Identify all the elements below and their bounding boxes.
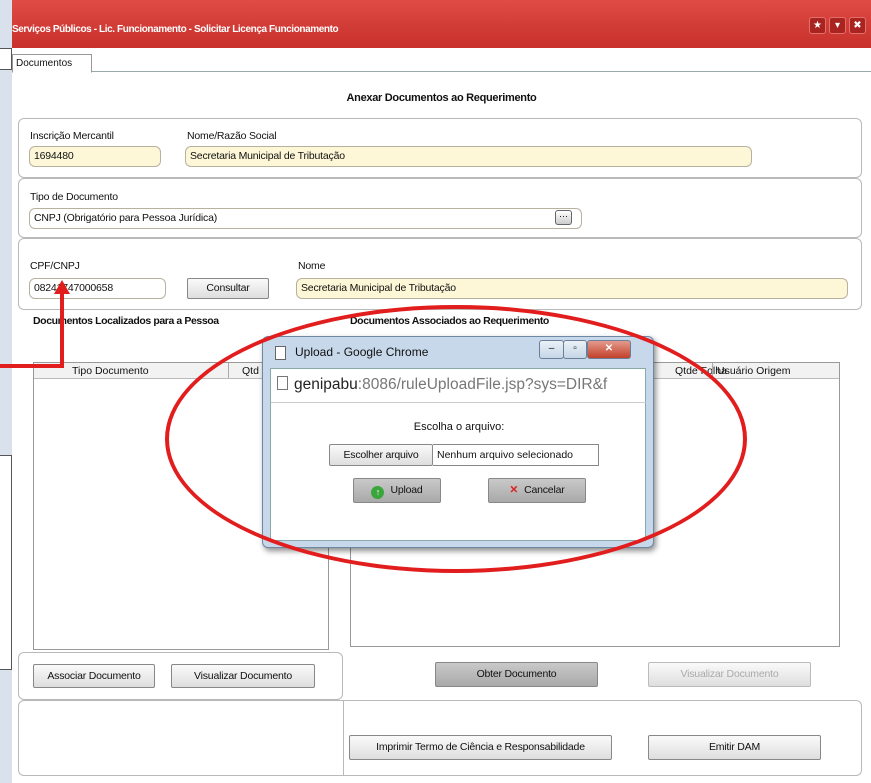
emitir-dam-button[interactable]: Emitir DAM: [648, 735, 821, 760]
consultar-button[interactable]: Consultar: [187, 278, 269, 299]
window-title: Serviços Públicos - Lic. Funcionamento -…: [12, 24, 339, 35]
ellipsis-icon[interactable]: ⋯: [555, 210, 572, 225]
inscricao-field[interactable]: 1694480: [29, 146, 161, 167]
imprimir-termo-button[interactable]: Imprimir Termo de Ciência e Responsabili…: [349, 735, 612, 760]
nome-razao-label: Nome/Razão Social: [187, 130, 277, 142]
tipo-documento-select[interactable]: CNPJ (Obrigatório para Pessoa Jurídica): [29, 208, 582, 229]
associar-documento-button[interactable]: Associar Documento: [33, 664, 155, 688]
visualizar-documento-left-button[interactable]: Visualizar Documento: [171, 664, 315, 688]
obter-documento-button[interactable]: Obter Documento: [435, 662, 598, 687]
tab-documentos[interactable]: Documentos: [12, 54, 92, 73]
nome-label: Nome: [298, 260, 326, 272]
annotation-arrow: [0, 280, 70, 368]
left-strip-panel: [0, 455, 12, 670]
inscricao-label: Inscrição Mercantil: [30, 130, 114, 142]
tab-bar: Documentos: [12, 48, 871, 73]
annotation-ellipse: [165, 305, 747, 573]
tipo-documento-label: Tipo de Documento: [30, 191, 118, 203]
column-usuario-origem[interactable]: Usuário Origem: [717, 365, 791, 377]
consulta-panel: [18, 238, 862, 310]
nome-field[interactable]: Secretaria Municipal de Tributação: [296, 278, 848, 299]
nome-razao-field[interactable]: Secretaria Municipal de Tributação: [185, 146, 752, 167]
page-heading: Anexar Documentos ao Requerimento: [346, 92, 537, 104]
left-strip-top-panel: [0, 48, 12, 70]
visualizar-documento-right-button[interactable]: Visualizar Documento: [648, 662, 811, 687]
close-icon[interactable]: ✖: [849, 17, 866, 34]
cpf-label: CPF/CNPJ: [30, 260, 80, 272]
footer-divider: [343, 700, 344, 776]
window-titlebar: Serviços Públicos - Lic. Funcionamento -…: [12, 0, 871, 48]
favorite-star-icon[interactable]: ★: [809, 17, 826, 34]
dropdown-chevron-icon[interactable]: ▾: [829, 17, 846, 34]
